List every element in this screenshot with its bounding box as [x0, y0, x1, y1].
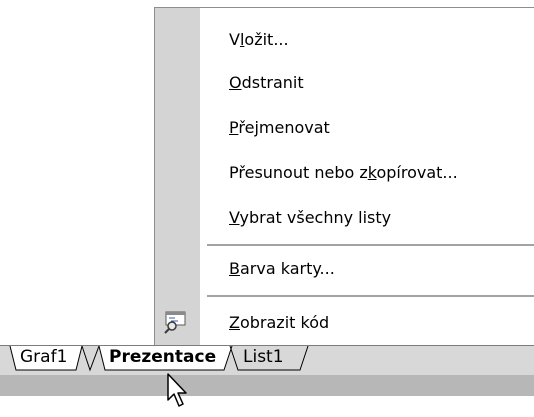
excel-sheet-area: Vložit... Odstranit Přejmenovat Přesunou…: [0, 0, 534, 417]
menu-item-insert[interactable]: Vložit...: [155, 19, 534, 61]
menu-item-label: Barva karty...: [229, 259, 335, 278]
view-code-icon: [164, 311, 186, 334]
menu-item-move-or-copy[interactable]: Přesunout nebo zkopírovat...: [155, 152, 534, 194]
sheet-tab-context-menu: Vložit... Odstranit Přejmenovat Přesunou…: [154, 7, 534, 345]
menu-item-view-code[interactable]: Zobrazit kód: [155, 302, 534, 344]
sheet-tab-list1[interactable]: List1: [243, 345, 284, 373]
sheet-tab-graf1[interactable]: Graf1: [20, 345, 67, 373]
menu-item-select-all-sheets[interactable]: Vybrat všechny listy: [155, 197, 534, 239]
menu-item-label: Vybrat všechny listy: [229, 208, 392, 227]
menu-item-label: Vložit...: [229, 30, 289, 49]
menu-item-delete[interactable]: Odstranit: [155, 62, 534, 104]
menu-separator: [207, 244, 534, 247]
menu-item-label: Odstranit: [229, 73, 304, 92]
mouse-cursor-icon: [167, 373, 187, 407]
menu-item-label: Zobrazit kód: [229, 313, 330, 332]
menu-item-label: Přesunout nebo zkopírovat...: [229, 163, 458, 182]
menu-separator: [207, 295, 534, 298]
menu-item-label: Přejmenovat: [229, 118, 330, 137]
menu-item-rename[interactable]: Přejmenovat: [155, 107, 534, 149]
sheet-tab-bar: Graf1 Prezentace List1: [0, 345, 534, 375]
menu-item-tab-color[interactable]: Barva karty...: [155, 248, 534, 290]
sheet-tab-prezentace[interactable]: Prezentace: [109, 345, 216, 373]
status-bar: [0, 375, 534, 396]
